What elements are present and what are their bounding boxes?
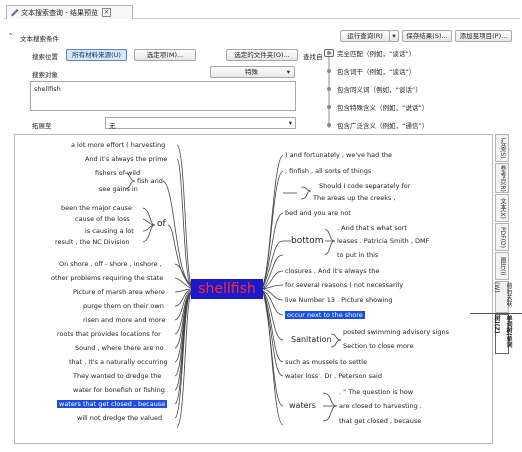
tab-text-search-query[interactable]: 文本搜索查询 - 结果预览 × — [6, 5, 133, 19]
side-tab-pdf[interactable]: PDF(D) — [495, 223, 509, 251]
criteria-header: 文本搜索条件 — [20, 35, 59, 43]
word-tree-right-node[interactable]: Section to close more — [343, 342, 413, 350]
word-tree-branch-bottom[interactable]: bottom — [291, 236, 324, 246]
word-tree-right-node[interactable]: that get closed , because — [339, 417, 421, 425]
search-object-label: 搜索对象 — [32, 71, 58, 79]
word-tree-left-node[interactable]: risen and more and more — [83, 316, 165, 324]
text-search-query-window: 文本搜索查询 - 结果预览 × ⌃ 文本搜索条件 运行查询(R) ▾ 保存结果(… — [0, 0, 522, 452]
search-location-label: 搜索位置 — [32, 53, 58, 61]
extend-to-select[interactable]: 无 ▾ — [105, 117, 296, 130]
view-side-tabs: 汇总(S) 参考点(R) 文本(X) PDF(D) 图片(I) 前后关联(W) … — [493, 134, 517, 354]
word-tree-right-node[interactable]: are closed to harvesting . — [339, 402, 422, 410]
side-tab-summary[interactable]: 汇总(S) — [495, 134, 509, 162]
run-query-button[interactable]: 运行查询(R) — [340, 30, 390, 42]
word-tree-right-node[interactable]: such as mussels to settle — [285, 358, 367, 366]
word-tree-left-node[interactable]: And it's always the prime — [85, 155, 167, 163]
word-tree-right-node[interactable]: , finfish , all sorts of things — [285, 167, 371, 175]
word-tree-left-node[interactable]: a lot more effort ( harvesting — [71, 141, 165, 149]
extend-to-arrow-icon: ▾ — [288, 119, 292, 127]
annotation-pointer-line — [470, 313, 522, 314]
word-tree-left-node[interactable]: Picture of marsh area where — [73, 288, 165, 296]
special-dropdown-value: 特殊 — [245, 68, 258, 76]
option-stemmed[interactable]: 包含词干（例如，“谈话”） — [327, 66, 415, 76]
save-results-button[interactable]: 保存结果(S)... — [402, 30, 452, 42]
word-tree-left-node[interactable]: On shore , off - shore , inshore , — [59, 260, 162, 268]
tab-title: 文本搜索查询 - 结果预览 — [21, 8, 98, 17]
search-query-icon — [11, 9, 19, 17]
word-tree-left-node[interactable]: fishers of wild — [95, 169, 140, 177]
word-tree-right-node[interactable]: water loss . Dr . Peterson said — [285, 372, 382, 380]
find-from-label: 查找自 — [303, 53, 323, 61]
option-exact-match[interactable]: 完全匹配（例如，“谈话”） — [327, 48, 415, 58]
option-label: 完全匹配（例如，“谈话”） — [337, 50, 416, 58]
word-tree-left-node[interactable]: roots that provides locations for — [57, 330, 161, 338]
word-tree-branch-of[interactable]: of — [157, 219, 166, 229]
word-tree-right-node[interactable]: . And that's what sort — [337, 224, 407, 232]
all-sources-button[interactable]: 所有材料来源(U) — [66, 49, 127, 61]
word-tree-left-node[interactable]: other problems requiring the state — [51, 274, 163, 282]
word-tree-right-node[interactable]: live Number 13 . Picture showing — [285, 296, 392, 304]
word-tree-right-node[interactable]: for several reasons ( not necessarily — [285, 281, 403, 289]
word-tree-right-node-selected[interactable]: occur next to the shore — [285, 311, 365, 319]
word-tree-left-node[interactable]: been the major cause — [61, 204, 132, 212]
word-tree-left-node[interactable]: purge them on their own — [83, 302, 164, 310]
add-to-project-button[interactable]: 添加至项目(P)... — [455, 30, 512, 42]
word-tree-left-node[interactable]: cause of the loss — [75, 215, 130, 223]
word-tree-left-node-selected[interactable]: waters that get closed , because — [57, 400, 168, 408]
option-label: 包含特殊含义（例如，“说话”） — [337, 104, 429, 112]
run-options-dropdown[interactable]: ▾ — [389, 30, 399, 42]
collapse-chevron-icon[interactable]: ⌃ — [8, 32, 13, 40]
bullet-icon — [327, 123, 331, 127]
word-tree-right-node[interactable]: posted swimming advisory signs — [343, 328, 449, 336]
side-tab-reference[interactable]: 参考点(R) — [495, 163, 509, 193]
word-tree-left-node[interactable]: is causing a lot — [85, 227, 134, 235]
option-label: 包含同义词（例如，“谈话”） — [337, 86, 422, 94]
word-tree-left-node[interactable]: Sound , where there are no — [75, 344, 164, 352]
option-label: 包含广泛含义（例如，“通信”） — [337, 122, 429, 130]
word-tree-right-node[interactable]: closures . And it's always the — [285, 267, 379, 275]
word-tree-branch-sanitation[interactable]: Sanitation — [291, 335, 332, 344]
special-dropdown[interactable]: 特殊 ▾ — [210, 66, 295, 78]
word-tree-center-keyword[interactable]: shellfish — [191, 279, 263, 299]
side-tab-word-tree[interactable]: 单词树(单词树)(Z) — [493, 314, 512, 354]
word-tree-right-node[interactable]: bed and you are not — [285, 209, 351, 217]
search-text-input[interactable]: shellfish — [30, 81, 296, 111]
word-tree-right-node[interactable]: leases . Patricia Smith , DMF — [337, 237, 429, 245]
word-tree-left-node[interactable]: result , the NC Division — [55, 238, 130, 246]
word-tree-left-node[interactable]: will not dredge the valued — [77, 414, 162, 422]
word-tree-left-node[interactable]: see gains in — [99, 185, 138, 193]
selected-folders-button[interactable]: 选定的文件夹(O)... — [226, 49, 298, 61]
side-tab-context[interactable]: 前后关联(W) — [493, 281, 512, 313]
word-tree-right-node[interactable]: Should I code separately for — [319, 182, 410, 190]
side-tab-picture[interactable]: 图片(I) — [495, 252, 509, 280]
option-specializations[interactable]: 包含特殊含义（例如，“说话”） — [327, 102, 428, 112]
option-synonyms[interactable]: 包含同义词（例如，“谈话”） — [327, 84, 422, 94]
word-tree-left-node[interactable]: that . It's a naturally occurring — [69, 358, 168, 366]
word-tree-branch-waters[interactable]: waters — [289, 401, 316, 410]
special-dropdown-arrow-icon: ▾ — [286, 68, 290, 76]
side-tab-text[interactable]: 文本(X) — [495, 194, 509, 222]
word-tree-view[interactable]: a lot more effort ( harvesting And it's … — [14, 134, 493, 444]
word-tree-right-node[interactable]: ) and fortunately , we've had the — [285, 151, 392, 159]
search-text-value: shellfish — [34, 85, 61, 93]
bullet-icon — [327, 51, 331, 55]
selected-items-button[interactable]: 选定项(M)... — [134, 49, 196, 61]
option-label: 包含词干（例如，“谈话”） — [337, 68, 416, 76]
word-tree-left-node[interactable]: They wanted to dredge the — [73, 372, 161, 380]
word-tree-left-node[interactable]: water for bonefish or fishing — [73, 386, 165, 394]
bullet-icon — [327, 87, 331, 91]
word-tree-right-node[interactable]: to put in this — [337, 251, 378, 259]
option-generalizations[interactable]: 包含广泛含义（例如，“通信”） — [327, 120, 428, 130]
extend-to-value: 无 — [109, 122, 116, 130]
word-tree-branch-fish-and[interactable]: fish and — [137, 177, 163, 185]
bullet-icon — [327, 105, 331, 109]
bullet-icon — [327, 69, 331, 73]
document-tab-bar: 文本搜索查询 - 结果预览 × — [4, 4, 520, 19]
word-tree-right-node[interactable]: The areas up the creeks , — [313, 194, 396, 202]
extend-to-label: 拓展至 — [32, 122, 52, 130]
tab-close-icon[interactable]: × — [101, 8, 111, 17]
word-tree-right-node[interactable]: . " The question is how — [339, 388, 413, 396]
